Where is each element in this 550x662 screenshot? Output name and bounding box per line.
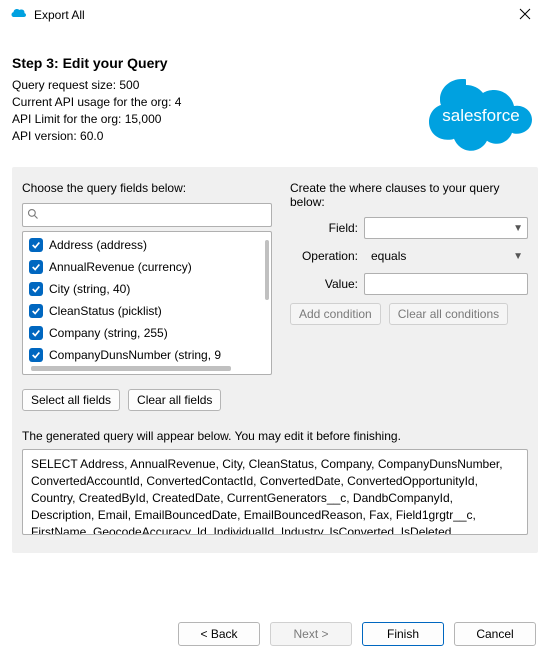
window-title: Export All — [34, 8, 85, 22]
vertical-scrollbar[interactable] — [265, 240, 269, 300]
step-title: Step 3: Edit your Query — [12, 55, 538, 71]
clear-all-fields-button[interactable]: Clear all fields — [128, 389, 221, 411]
field-label: CompanyDunsNumber (string, 9 — [49, 348, 221, 362]
value-label-text: Value: — [290, 277, 364, 291]
next-button: Next > — [270, 622, 352, 646]
generated-query-label: The generated query will appear below. Y… — [22, 429, 528, 443]
generated-query-box[interactable]: SELECT Address, AnnualRevenue, City, Cle… — [22, 449, 528, 535]
salesforce-cloud-icon — [10, 7, 28, 24]
svg-text:salesforce: salesforce — [442, 106, 519, 125]
operation-dropdown[interactable]: equals ▼ — [364, 245, 528, 267]
field-search-text[interactable] — [43, 207, 267, 223]
checkbox-checked-icon[interactable] — [29, 348, 43, 362]
field-dropdown[interactable]: ▼ — [364, 217, 528, 239]
close-button[interactable] — [510, 0, 540, 30]
checkbox-checked-icon[interactable] — [29, 282, 43, 296]
field-search-input[interactable] — [22, 203, 272, 227]
field-row[interactable]: CompanyDunsNumber (string, 9 — [29, 344, 265, 366]
field-row[interactable]: Address (address) — [29, 234, 265, 256]
search-icon — [27, 208, 39, 223]
field-row[interactable]: City (string, 40) — [29, 278, 265, 300]
checkbox-checked-icon[interactable] — [29, 238, 43, 252]
field-label: City (string, 40) — [49, 282, 130, 296]
cancel-button[interactable]: Cancel — [454, 622, 536, 646]
field-row[interactable]: Company (string, 255) — [29, 322, 265, 344]
close-icon — [519, 8, 531, 22]
clear-conditions-button[interactable]: Clear all conditions — [389, 303, 508, 325]
fields-section-label: Choose the query fields below: — [22, 181, 272, 195]
field-label: CleanStatus (picklist) — [49, 304, 162, 318]
field-label-text: Field: — [290, 221, 364, 235]
value-input[interactable] — [364, 273, 528, 295]
chevron-down-icon: ▼ — [513, 251, 523, 262]
field-label: Company (string, 255) — [49, 326, 168, 340]
add-condition-button[interactable]: Add condition — [290, 303, 381, 325]
field-label: AnnualRevenue (currency) — [49, 260, 192, 274]
salesforce-logo: salesforce — [428, 75, 538, 156]
where-section-label: Create the where clauses to your query b… — [290, 181, 528, 209]
field-label: Address (address) — [49, 238, 147, 252]
chevron-down-icon: ▼ — [513, 223, 523, 234]
checkbox-checked-icon[interactable] — [29, 260, 43, 274]
title-bar: Export All — [0, 0, 550, 31]
checkbox-checked-icon[interactable] — [29, 326, 43, 340]
horizontal-scrollbar[interactable] — [31, 366, 231, 371]
back-button[interactable]: < Back — [178, 622, 260, 646]
operation-dropdown-value: equals — [371, 249, 406, 263]
operation-label-text: Operation: — [290, 249, 364, 263]
wizard-footer: < Back Next > Finish Cancel — [0, 606, 550, 662]
field-row[interactable]: AnnualRevenue (currency) — [29, 256, 265, 278]
field-list[interactable]: Address (address) AnnualRevenue (currenc… — [22, 231, 272, 375]
field-row[interactable]: CleanStatus (picklist) — [29, 300, 265, 322]
select-all-fields-button[interactable]: Select all fields — [22, 389, 120, 411]
finish-button[interactable]: Finish — [362, 622, 444, 646]
checkbox-checked-icon[interactable] — [29, 304, 43, 318]
